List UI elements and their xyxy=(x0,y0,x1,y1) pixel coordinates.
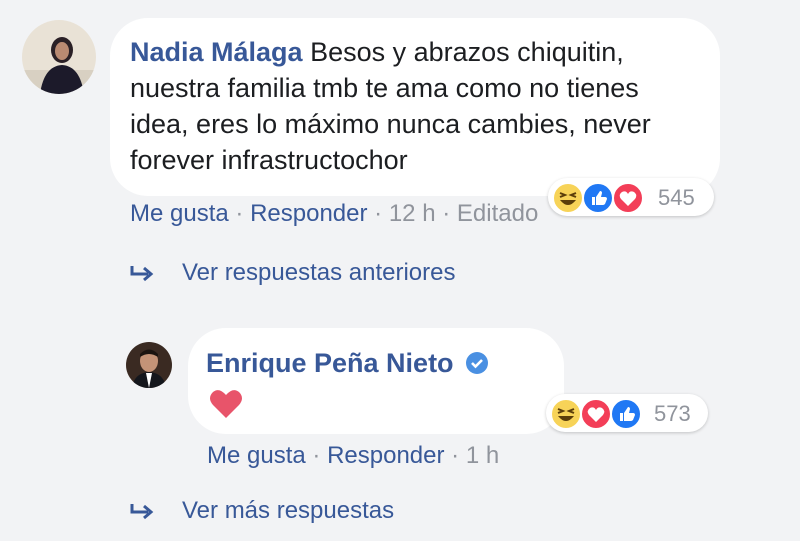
comment-body: Nadia Málaga Besos y abrazos chiquitin, … xyxy=(130,34,700,178)
comment-bubble: Nadia Málaga Besos y abrazos chiquitin, … xyxy=(110,18,720,196)
haha-icon xyxy=(552,182,584,214)
more-replies-link[interactable]: Ver más respuestas xyxy=(182,497,394,525)
like-link[interactable]: Me gusta xyxy=(207,442,306,469)
reply-link[interactable]: Responder xyxy=(250,200,367,227)
reply-header: Enrique Peña Nieto xyxy=(206,346,489,383)
love-icon xyxy=(612,182,644,214)
heart-emoji-icon xyxy=(208,388,244,425)
reply-link[interactable]: Responder xyxy=(327,442,444,469)
verified-badge-icon xyxy=(465,349,489,383)
reaction-count: 573 xyxy=(654,401,691,426)
like-icon xyxy=(582,182,614,214)
reaction-count: 545 xyxy=(658,185,695,210)
love-icon xyxy=(580,398,612,430)
like-icon xyxy=(610,398,642,430)
reply-bubble: Enrique Peña Nieto xyxy=(188,328,564,434)
reaction-summary[interactable]: 545 xyxy=(548,178,714,216)
previous-replies-row[interactable]: Ver respuestas anteriores xyxy=(128,258,548,290)
edited-label[interactable]: Editado xyxy=(457,200,538,227)
reply-arrow-icon xyxy=(128,262,156,291)
reply-arrow-icon xyxy=(128,500,156,529)
reply-author-name[interactable]: Enrique Peña Nieto xyxy=(206,348,454,378)
avatar-nadia[interactable] xyxy=(22,20,96,94)
avatar-enrique[interactable] xyxy=(126,342,172,388)
comment-author-name[interactable]: Nadia Málaga xyxy=(130,37,303,67)
reply-timestamp[interactable]: 1 h xyxy=(466,442,499,469)
comment-timestamp[interactable]: 12 h xyxy=(389,200,436,227)
like-link[interactable]: Me gusta xyxy=(130,200,229,227)
reply-actions: Me gusta · Responder · 1 h xyxy=(207,442,500,469)
reply-reaction-summary[interactable]: 573 xyxy=(546,394,708,432)
haha-icon xyxy=(550,398,582,430)
previous-replies-link[interactable]: Ver respuestas anteriores xyxy=(182,259,455,287)
more-replies-row[interactable]: Ver más respuestas xyxy=(128,496,488,528)
comment-actions: Me gusta · Responder · 12 h · Editado xyxy=(130,200,539,227)
